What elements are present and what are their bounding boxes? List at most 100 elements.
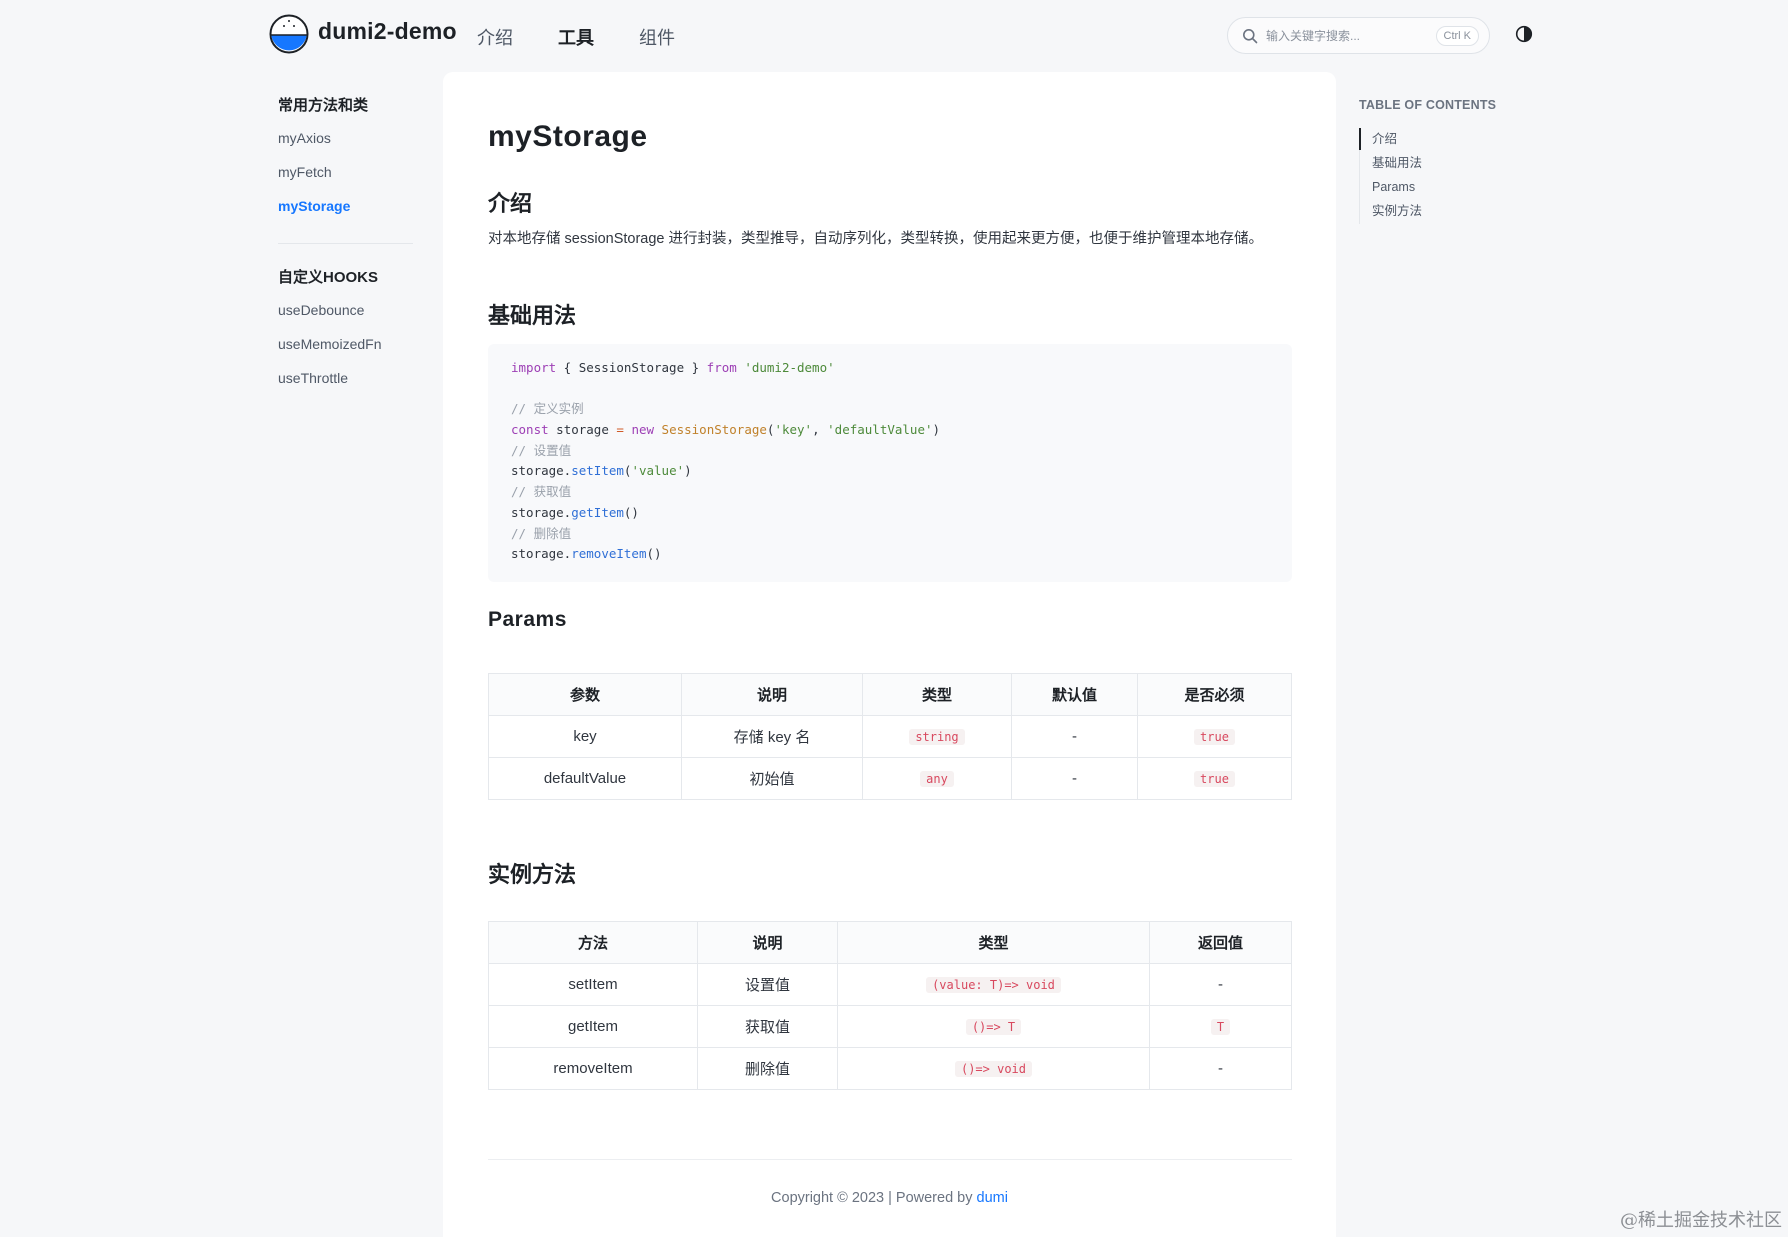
heading-params: Params bbox=[488, 608, 567, 631]
brand-name[interactable]: dumi2-demo bbox=[318, 18, 457, 45]
search-box[interactable]: Ctrl K bbox=[1227, 17, 1490, 54]
footer-text: Copyright © 2023 | Powered by bbox=[771, 1190, 977, 1206]
code-line: const storage = new SessionStorage('key'… bbox=[511, 422, 941, 438]
table-row: getItem 获取值 ()=> T T bbox=[488, 1005, 1292, 1048]
page-title: myStorage bbox=[488, 120, 648, 153]
table-cell: - bbox=[1011, 757, 1138, 800]
value-tag: true bbox=[1194, 771, 1235, 787]
toc-item-methods[interactable]: 实例方法 bbox=[1372, 200, 1539, 224]
return-tag: T bbox=[1210, 1019, 1231, 1035]
table-cell: - bbox=[1149, 963, 1292, 1006]
table-of-contents: TABLE OF CONTENTS 介绍 基础用法 Params 实例方法 bbox=[1359, 98, 1539, 224]
intro-paragraph: 对本地存储 sessionStorage 进行封装，类型推导，自动序列化，类型转… bbox=[488, 231, 1264, 247]
top-nav: 介绍 工具 组件 bbox=[477, 24, 720, 50]
table-cell: 存储 key 名 bbox=[681, 715, 863, 758]
code-comment: // 删除值 bbox=[511, 525, 572, 541]
table-cell: ()=> void bbox=[837, 1047, 1150, 1090]
params-table: 参数 说明 类型 默认值 是否必须 key 存储 key 名 string - … bbox=[488, 673, 1292, 800]
table-cell: ()=> T bbox=[837, 1005, 1150, 1048]
sidebar-item-myfetch[interactable]: myFetch bbox=[278, 163, 413, 197]
type-tag: string bbox=[909, 729, 965, 745]
logo-icon[interactable] bbox=[269, 14, 309, 54]
methods-table: 方法 说明 类型 返回值 setItem 设置值 (value: T)=> vo… bbox=[488, 921, 1292, 1090]
table-cell: true bbox=[1137, 715, 1292, 758]
code-line: storage.setItem('value') bbox=[511, 463, 692, 479]
sidebar-item-usedebounce[interactable]: useDebounce bbox=[278, 301, 413, 335]
code-block[interactable]: import { SessionStorage } from 'dumi2-de… bbox=[488, 344, 1292, 582]
type-tag: any bbox=[920, 771, 954, 787]
code-line: storage.removeItem() bbox=[511, 546, 662, 562]
sidebar-item-myaxios[interactable]: myAxios bbox=[278, 129, 413, 163]
table-cell: removeItem bbox=[488, 1047, 698, 1090]
table-cell: string bbox=[862, 715, 1012, 758]
code-comment: // 设置值 bbox=[511, 442, 572, 458]
type-tag: ()=> T bbox=[965, 1019, 1022, 1035]
toc-list: 介绍 基础用法 Params 实例方法 bbox=[1359, 128, 1539, 224]
table-cell: T bbox=[1149, 1005, 1292, 1048]
table-header-row: 方法 说明 类型 返回值 bbox=[488, 921, 1292, 964]
sidebar-group-title: 自定义HOOKS bbox=[278, 269, 379, 286]
code-comment: // 获取值 bbox=[511, 484, 572, 500]
toc-item-usage[interactable]: 基础用法 bbox=[1372, 152, 1539, 176]
sidebar-item-usethrottle[interactable]: useThrottle bbox=[278, 369, 413, 403]
table-cell: - bbox=[1149, 1047, 1292, 1090]
search-icon bbox=[1243, 29, 1258, 44]
table-cell: setItem bbox=[488, 963, 698, 1006]
table-cell: - bbox=[1011, 715, 1138, 758]
heading-usage: 基础用法 bbox=[488, 303, 577, 328]
content-card: myStorage 介绍 对本地存储 sessionStorage 进行封装，类… bbox=[443, 72, 1336, 1237]
table-header-row: 参数 说明 类型 默认值 是否必须 bbox=[488, 673, 1292, 716]
type-tag: ()=> void bbox=[954, 1061, 1033, 1077]
table-cell: 设置值 bbox=[697, 963, 838, 1006]
table-cell: true bbox=[1137, 757, 1292, 800]
toc-item-intro[interactable]: 介绍 bbox=[1372, 128, 1539, 152]
code-line: storage.getItem() bbox=[511, 504, 639, 520]
table-cell: any bbox=[862, 757, 1012, 800]
code-comment: // 定义实例 bbox=[511, 401, 584, 417]
table-cell: 删除值 bbox=[697, 1047, 838, 1090]
table-header-cell: 是否必须 bbox=[1137, 673, 1292, 716]
watermark: @稀土掘金技术社区 bbox=[1620, 1210, 1782, 1231]
heading-methods: 实例方法 bbox=[488, 862, 577, 887]
toc-item-params[interactable]: Params bbox=[1372, 176, 1539, 200]
table-row: setItem 设置值 (value: T)=> void - bbox=[488, 963, 1292, 1006]
toc-title: TABLE OF CONTENTS bbox=[1359, 98, 1497, 112]
table-header-cell: 默认值 bbox=[1011, 673, 1138, 716]
code-line: import { SessionStorage } from 'dumi2-de… bbox=[511, 360, 835, 375]
table-header-cell: 返回值 bbox=[1149, 921, 1292, 964]
table-header-cell: 说明 bbox=[697, 921, 838, 964]
table-row: key 存储 key 名 string - true bbox=[488, 715, 1292, 758]
sidebar-divider bbox=[278, 243, 413, 244]
nav-intro[interactable]: 介绍 bbox=[477, 24, 513, 50]
table-row: removeItem 删除值 ()=> void - bbox=[488, 1047, 1292, 1090]
nav-tools[interactable]: 工具 bbox=[558, 24, 594, 50]
sidebar-item-usememoizedfn[interactable]: useMemoizedFn bbox=[278, 335, 413, 369]
sidebar: 常用方法和类 myAxios myFetch myStorage 自定义HOOK… bbox=[278, 94, 413, 403]
table-header-cell: 类型 bbox=[837, 921, 1150, 964]
table-cell: (value: T)=> void bbox=[837, 963, 1150, 1006]
nav-components[interactable]: 组件 bbox=[639, 24, 675, 50]
table-cell: key bbox=[488, 715, 682, 758]
table-header-cell: 类型 bbox=[862, 673, 1012, 716]
table-row: defaultValue 初始值 any - true bbox=[488, 757, 1292, 800]
table-cell: getItem bbox=[488, 1005, 698, 1048]
footer: Copyright © 2023 | Powered by dumi bbox=[443, 1190, 1336, 1206]
search-input[interactable] bbox=[1266, 26, 1426, 46]
type-tag: (value: T)=> void bbox=[926, 977, 1061, 993]
table-cell: 初始值 bbox=[681, 757, 863, 800]
theme-toggle-icon[interactable] bbox=[1515, 25, 1533, 43]
heading-intro: 介绍 bbox=[488, 191, 533, 216]
top-header: dumi2-demo 介绍 工具 组件 Ctrl K bbox=[0, 0, 1788, 72]
table-header-cell: 参数 bbox=[488, 673, 682, 716]
value-tag: true bbox=[1194, 729, 1235, 745]
footer-divider bbox=[488, 1159, 1292, 1160]
footer-dumi-link[interactable]: dumi bbox=[977, 1190, 1008, 1206]
table-header-cell: 说明 bbox=[681, 673, 863, 716]
table-cell: defaultValue bbox=[488, 757, 682, 800]
table-header-cell: 方法 bbox=[488, 921, 698, 964]
search-shortcut-badge: Ctrl K bbox=[1435, 26, 1479, 46]
sidebar-group-title: 常用方法和类 bbox=[278, 97, 369, 114]
sidebar-item-mystorage[interactable]: myStorage bbox=[278, 197, 413, 231]
table-cell: 获取值 bbox=[697, 1005, 838, 1048]
